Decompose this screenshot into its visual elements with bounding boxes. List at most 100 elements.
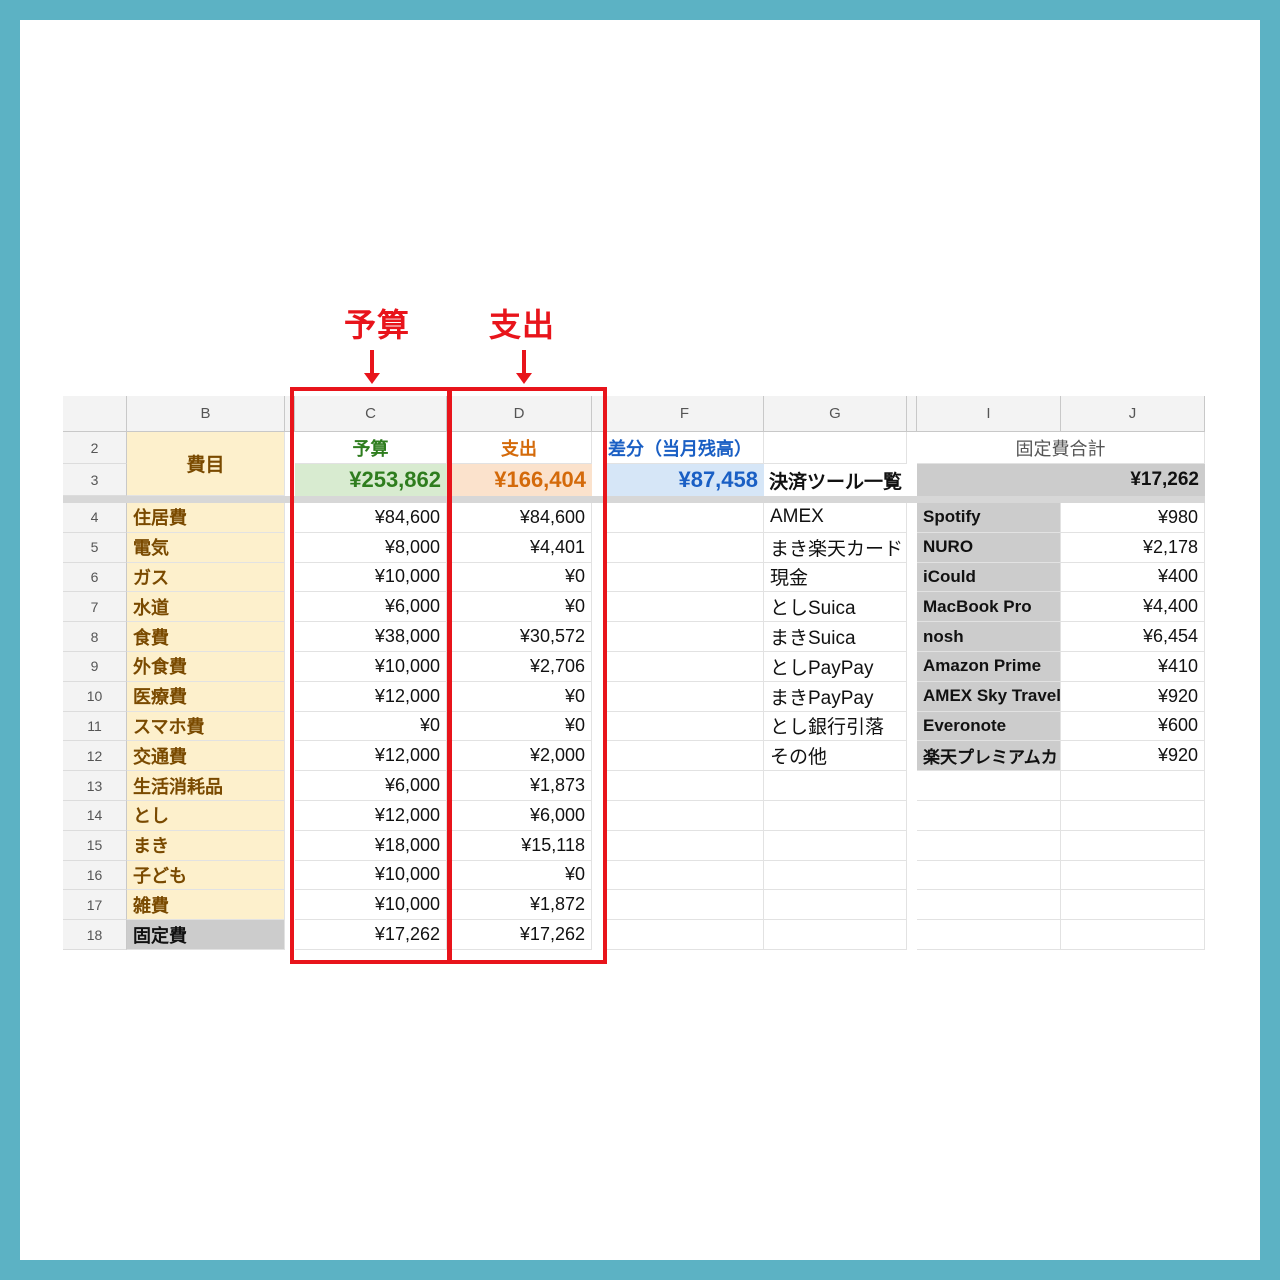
budget-cell[interactable]: ¥84,600 bbox=[295, 503, 447, 533]
column-header-c[interactable]: C bbox=[295, 396, 447, 432]
budget-cell[interactable]: ¥0 bbox=[295, 711, 447, 742]
expense-cell[interactable]: ¥17,262 bbox=[447, 920, 592, 950]
empty-cell[interactable] bbox=[1061, 890, 1205, 921]
g2-cell[interactable] bbox=[764, 432, 907, 464]
empty-cell[interactable] bbox=[764, 771, 907, 801]
fixed-cost-amount[interactable]: ¥400 bbox=[1061, 562, 1205, 593]
category-cell[interactable]: 固定費 bbox=[127, 920, 285, 950]
expense-cell[interactable]: ¥1,872 bbox=[447, 890, 592, 921]
empty-cell[interactable] bbox=[917, 920, 1061, 950]
empty-cell[interactable] bbox=[917, 890, 1061, 921]
payment-tool-cell[interactable]: まき楽天カード bbox=[764, 532, 907, 563]
budget-header[interactable]: 予算 bbox=[295, 432, 447, 464]
fixed-cost-amount[interactable]: ¥2,178 bbox=[1061, 532, 1205, 563]
row-header[interactable]: 10 bbox=[63, 681, 127, 712]
category-cell[interactable]: 生活消耗品 bbox=[127, 771, 285, 801]
payment-tool-cell[interactable]: としSuica bbox=[764, 592, 907, 623]
empty-cell[interactable] bbox=[764, 860, 907, 891]
category-cell[interactable]: とし bbox=[127, 801, 285, 831]
budget-cell[interactable]: ¥8,000 bbox=[295, 532, 447, 563]
fixed-cost-amount[interactable]: ¥980 bbox=[1061, 503, 1205, 533]
difference-cell[interactable] bbox=[606, 562, 764, 593]
category-cell[interactable]: 水道 bbox=[127, 592, 285, 623]
empty-cell[interactable] bbox=[764, 830, 907, 861]
payment-tools-header[interactable]: 決済ツール一覧 bbox=[764, 464, 907, 496]
row-header-3[interactable]: 3 bbox=[63, 464, 127, 496]
fixed-cost-name[interactable]: Amazon Prime bbox=[917, 652, 1061, 682]
fixed-total-value[interactable]: ¥17,262 bbox=[917, 464, 1205, 496]
category-cell[interactable]: 雑費 bbox=[127, 890, 285, 921]
fixed-cost-name[interactable]: AMEX Sky Travel bbox=[917, 681, 1061, 712]
difference-cell[interactable] bbox=[606, 890, 764, 921]
budget-cell[interactable]: ¥38,000 bbox=[295, 622, 447, 652]
difference-cell[interactable] bbox=[606, 681, 764, 712]
difference-cell[interactable] bbox=[606, 532, 764, 563]
expense-cell[interactable]: ¥2,000 bbox=[447, 741, 592, 772]
expense-cell[interactable]: ¥0 bbox=[447, 592, 592, 623]
budget-cell[interactable]: ¥10,000 bbox=[295, 890, 447, 921]
payment-tool-cell[interactable]: まきPayPay bbox=[764, 681, 907, 712]
fixed-cost-amount[interactable]: ¥6,454 bbox=[1061, 622, 1205, 652]
expense-cell[interactable]: ¥84,600 bbox=[447, 503, 592, 533]
fixed-cost-amount[interactable]: ¥410 bbox=[1061, 652, 1205, 682]
category-cell[interactable]: 住居費 bbox=[127, 503, 285, 533]
payment-tool-cell[interactable]: 現金 bbox=[764, 562, 907, 593]
difference-total[interactable]: ¥87,458 bbox=[606, 464, 764, 496]
empty-cell[interactable] bbox=[917, 860, 1061, 891]
fixed-cost-name[interactable]: iCould bbox=[917, 562, 1061, 593]
difference-cell[interactable] bbox=[606, 771, 764, 801]
fixed-total-header[interactable]: 固定費合計 bbox=[917, 432, 1205, 464]
category-cell[interactable]: 食費 bbox=[127, 622, 285, 652]
empty-cell[interactable] bbox=[917, 830, 1061, 861]
difference-cell[interactable] bbox=[606, 652, 764, 682]
payment-tool-cell[interactable]: としPayPay bbox=[764, 652, 907, 682]
category-cell[interactable]: 外食費 bbox=[127, 652, 285, 682]
column-header-g[interactable]: G bbox=[764, 396, 907, 432]
corner-cell[interactable] bbox=[63, 396, 127, 432]
expense-cell[interactable]: ¥6,000 bbox=[447, 801, 592, 831]
column-header-f[interactable]: F bbox=[606, 396, 764, 432]
empty-cell[interactable] bbox=[1061, 771, 1205, 801]
column-header-gap[interactable] bbox=[285, 396, 295, 432]
empty-cell[interactable] bbox=[764, 890, 907, 921]
payment-tool-cell[interactable]: とし銀行引落 bbox=[764, 711, 907, 742]
category-cell[interactable]: スマホ費 bbox=[127, 711, 285, 742]
difference-cell[interactable] bbox=[606, 860, 764, 891]
payment-tool-cell[interactable]: その他 bbox=[764, 741, 907, 772]
difference-cell[interactable] bbox=[606, 592, 764, 623]
row-header[interactable]: 15 bbox=[63, 830, 127, 861]
difference-cell[interactable] bbox=[606, 711, 764, 742]
row-header[interactable]: 18 bbox=[63, 920, 127, 950]
row-header[interactable]: 5 bbox=[63, 532, 127, 563]
fixed-cost-amount[interactable]: ¥920 bbox=[1061, 741, 1205, 772]
expense-cell[interactable]: ¥0 bbox=[447, 711, 592, 742]
fixed-cost-name[interactable]: Spotify bbox=[917, 503, 1061, 533]
difference-cell[interactable] bbox=[606, 741, 764, 772]
expense-total[interactable]: ¥166,404 bbox=[447, 464, 592, 496]
difference-cell[interactable] bbox=[606, 920, 764, 950]
category-cell[interactable]: 交通費 bbox=[127, 741, 285, 772]
fixed-cost-amount[interactable]: ¥4,400 bbox=[1061, 592, 1205, 623]
fixed-cost-name[interactable]: Everonote bbox=[917, 711, 1061, 742]
row-header[interactable]: 6 bbox=[63, 562, 127, 593]
budget-cell[interactable]: ¥6,000 bbox=[295, 771, 447, 801]
expense-cell[interactable]: ¥0 bbox=[447, 681, 592, 712]
budget-cell[interactable]: ¥10,000 bbox=[295, 652, 447, 682]
budget-cell[interactable]: ¥12,000 bbox=[295, 681, 447, 712]
row-header[interactable]: 9 bbox=[63, 652, 127, 682]
budget-cell[interactable]: ¥18,000 bbox=[295, 830, 447, 861]
expense-cell[interactable]: ¥30,572 bbox=[447, 622, 592, 652]
row-header[interactable]: 11 bbox=[63, 711, 127, 742]
budget-total[interactable]: ¥253,862 bbox=[295, 464, 447, 496]
column-header-d[interactable]: D bbox=[447, 396, 592, 432]
category-header[interactable]: 費目 bbox=[127, 432, 285, 496]
difference-header[interactable]: 差分（当月残高） bbox=[606, 432, 764, 464]
expense-cell[interactable]: ¥15,118 bbox=[447, 830, 592, 861]
column-header-i[interactable]: I bbox=[917, 396, 1061, 432]
column-header-gap[interactable] bbox=[592, 396, 606, 432]
fixed-cost-name[interactable]: 楽天プレミアムカ bbox=[917, 741, 1061, 772]
difference-cell[interactable] bbox=[606, 503, 764, 533]
expense-header[interactable]: 支出 bbox=[447, 432, 592, 464]
budget-cell[interactable]: ¥10,000 bbox=[295, 562, 447, 593]
payment-tool-cell[interactable]: まきSuica bbox=[764, 622, 907, 652]
